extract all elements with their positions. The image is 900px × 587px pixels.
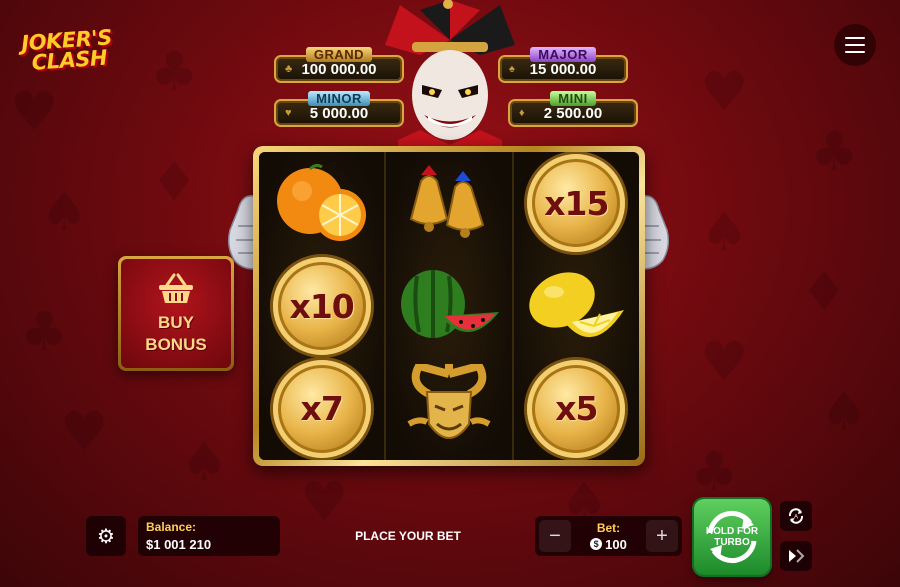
spade-icon: ♠ (509, 63, 515, 75)
basket-icon (159, 273, 193, 303)
reel-2 (386, 152, 514, 460)
jackpot-major: MAJOR ♠ 15 000.00 (498, 47, 628, 83)
buy-bonus-line1: BUY (158, 312, 194, 332)
bet-label: Bet: (596, 520, 621, 535)
watermelon-icon (400, 270, 499, 338)
reel-cell (259, 152, 384, 255)
jackpot-minor: MINOR ♥ 5 000.00 (274, 91, 404, 127)
jackpot-mini-value: 2 500.00 (543, 104, 603, 122)
game-logo: JOKER'S CLASH (21, 25, 124, 75)
lemon-icon (529, 272, 625, 338)
autoplay-icon: A (788, 508, 804, 524)
bet-panel: − Bet: $100 + (535, 516, 682, 556)
club-icon: ♣ (285, 63, 293, 75)
reel-cell (386, 255, 511, 358)
multiplier-value: x5 (555, 389, 598, 429)
quick-spin-button[interactable] (780, 541, 812, 571)
svg-text:A: A (794, 515, 798, 521)
jackpot-minor-label: MINOR (308, 91, 370, 106)
multiplier-value: x7 (300, 389, 344, 429)
bet-value: 100 (605, 536, 627, 552)
reels: x10 x7 x15 x5 (259, 152, 639, 460)
multiplier-value: x10 (289, 286, 355, 326)
jackpot-grand: GRAND ♣ 100 000.00 (274, 47, 404, 83)
hamburger-icon (845, 37, 865, 39)
orange-icon (276, 164, 366, 242)
settings-button[interactable]: ⚙ (86, 516, 126, 556)
jackpot-mini: MINI ♦ 2 500.00 (508, 91, 638, 127)
multiplier-coin: x10 (272, 257, 371, 355)
balance-panel: Balance: $1 001 210 (138, 516, 280, 556)
decrease-bet-button[interactable]: − (539, 520, 571, 552)
diamond-icon: ♦ (519, 107, 525, 119)
reel-cell: x5 (514, 357, 639, 460)
buy-bonus-line2: BONUS (145, 334, 207, 354)
dollar-icon: $ (590, 538, 603, 550)
reel-cell (386, 357, 511, 460)
jackpot-major-value: 15 000.00 (529, 60, 597, 78)
jester-mask-icon (407, 363, 491, 439)
jackpot-grand-label: GRAND (305, 47, 373, 62)
jackpot-major-label: MAJOR (530, 47, 596, 62)
reel-cell: x15 (514, 152, 639, 255)
buy-bonus-button[interactable]: BUY BONUS (118, 256, 234, 371)
increase-bet-button[interactable]: + (645, 520, 678, 552)
reel-frame: x10 x7 x15 x5 (253, 146, 645, 466)
multiplier-value: x15 (544, 183, 609, 223)
spin-button[interactable]: HOLD FOR TURBO (694, 499, 770, 575)
fast-forward-icon (789, 549, 805, 563)
reel-cell (514, 255, 639, 358)
jackpot-grand-value: 100 000.00 (301, 60, 377, 78)
jackpot-minor-value: 5 000.00 (309, 104, 369, 122)
multiplier-coin: x7 (272, 359, 371, 458)
reel-cell: x10 (259, 255, 384, 358)
logo-line2: CLASH (30, 45, 108, 75)
multiplier-coin: x15 (527, 154, 626, 253)
balance-label: Balance: (146, 520, 197, 534)
status-message: PLACE YOUR BET (355, 529, 461, 543)
spin-line2: TURBO (714, 537, 750, 548)
balance-value: $1 001 210 (146, 537, 212, 552)
bells-icon (409, 165, 485, 239)
menu-button[interactable] (834, 24, 876, 66)
gear-icon: ⚙ (97, 525, 115, 548)
reel-cell: x7 (259, 357, 384, 460)
spin-line1: HOLD FOR (705, 526, 759, 537)
reel-1: x10 x7 (259, 152, 387, 460)
multiplier-coin: x5 (527, 359, 626, 458)
jackpot-mini-label: MINI (550, 91, 596, 106)
heart-icon: ♥ (285, 107, 292, 119)
autoplay-button[interactable]: A (780, 501, 812, 531)
reel-3: x15 x5 (513, 152, 639, 460)
reel-cell (386, 152, 511, 255)
